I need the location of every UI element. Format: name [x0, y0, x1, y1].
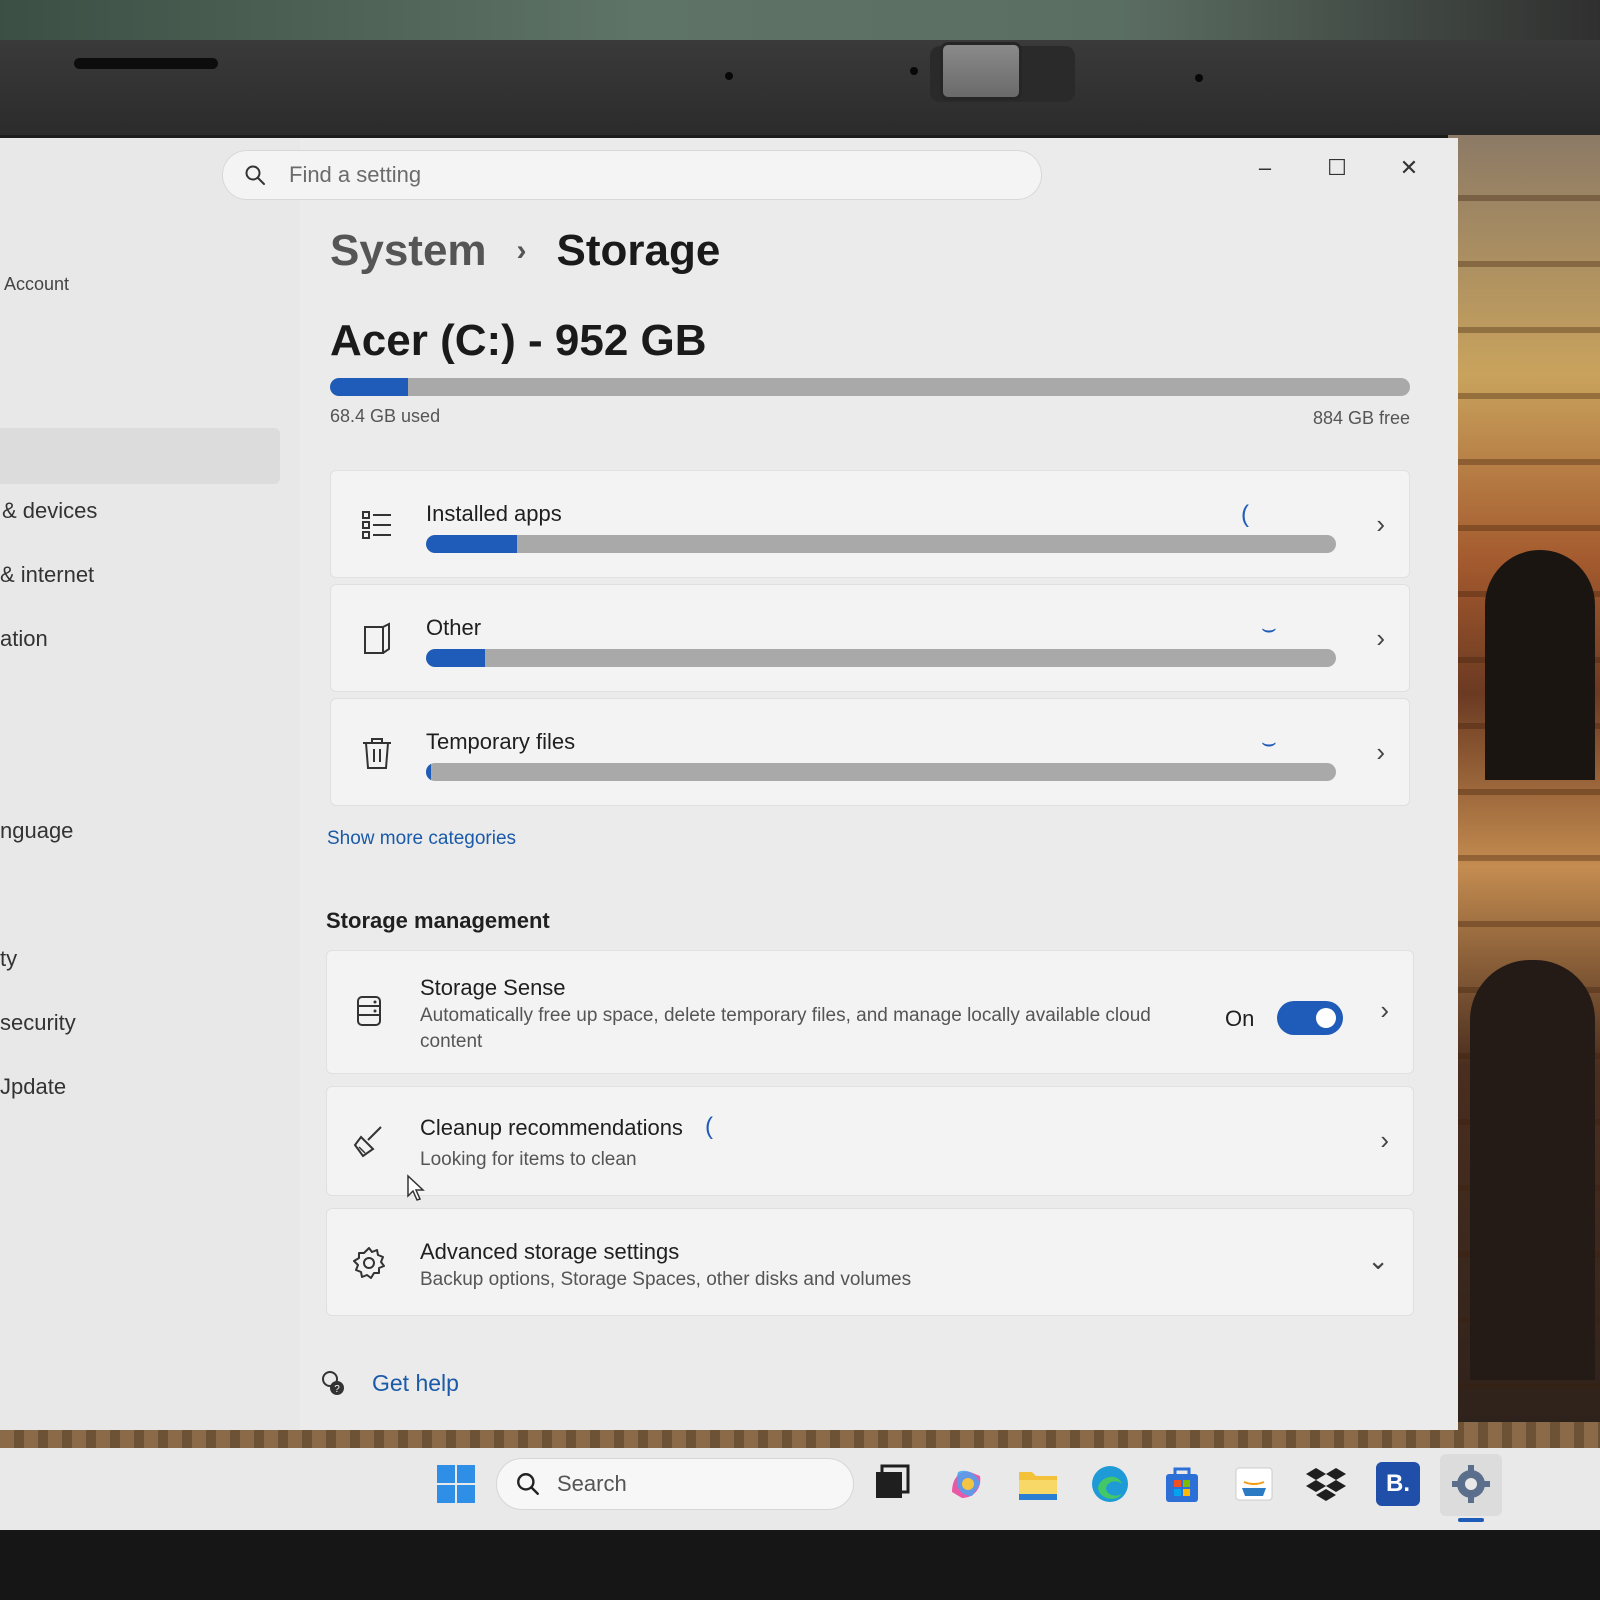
chevron-right-icon: › [1376, 623, 1385, 653]
toggle-knob [1316, 1008, 1336, 1028]
maximize-button[interactable]: ☐ [1312, 148, 1362, 188]
search-icon [517, 1473, 539, 1495]
edge-icon[interactable] [1088, 1462, 1132, 1506]
settings-icon[interactable] [1449, 1462, 1493, 1506]
breadcrumb: System › Storage [330, 226, 720, 276]
active-app-indicator [1458, 1518, 1484, 1522]
file-explorer-icon[interactable] [1016, 1462, 1060, 1506]
cleanup-recommendations-card[interactable]: Cleanup recommendations ( Looking for it… [326, 1086, 1414, 1196]
chevron-down-icon: ⌄ [1367, 1245, 1389, 1275]
storage-sense-title: Storage Sense [420, 975, 566, 1000]
sidebar-item-personalization[interactable]: ation [0, 626, 48, 652]
loading-spinner-icon: ( [1241, 501, 1249, 528]
sidebar: Account & devices & internet ation nguag… [0, 138, 300, 1430]
search-input[interactable] [289, 162, 989, 188]
category-temporary-files[interactable]: Temporary files ⌣ › [330, 698, 1410, 806]
chevron-right-icon: › [1376, 737, 1385, 767]
svg-text:?: ? [334, 1384, 340, 1395]
mouse-cursor-icon [407, 1174, 425, 1201]
cleanup-description: Looking for items to clean [420, 1149, 637, 1170]
category-label: Installed apps [426, 501, 562, 526]
cleanup-title: Cleanup recommendations [420, 1115, 683, 1140]
minimize-button[interactable]: – [1240, 148, 1290, 188]
search-icon [245, 165, 265, 185]
category-installed-apps[interactable]: Installed apps ( › [330, 470, 1410, 578]
category-other[interactable]: Other ⌣ › [330, 584, 1410, 692]
amazon-icon[interactable] [1232, 1462, 1276, 1506]
chevron-right-icon: › [1380, 995, 1389, 1025]
category-usage-fill [426, 649, 486, 667]
sidebar-item-selected[interactable] [0, 428, 280, 484]
settings-search-box[interactable] [222, 150, 1042, 200]
taskbar-search-label: Search [557, 1471, 627, 1496]
laptop-bezel-top [0, 40, 1600, 135]
advanced-storage-title: Advanced storage settings [420, 1239, 680, 1264]
category-label: Other [426, 615, 482, 640]
drive-free-label: 884 GB free [1312, 408, 1410, 428]
category-usage-fill [426, 763, 432, 781]
bezel-sensor [725, 72, 733, 80]
chevron-right-icon: › [1376, 509, 1385, 539]
settings-window: Account & devices & internet ation nguag… [0, 138, 1458, 1430]
loading-spinner-icon: ⌣ [1261, 615, 1277, 642]
store-icon[interactable] [1160, 1462, 1204, 1506]
start-icon[interactable] [434, 1462, 478, 1506]
storage-sense-icon [357, 996, 381, 1026]
copilot-icon[interactable] [944, 1462, 988, 1506]
loading-spinner-icon: ( [705, 1113, 713, 1140]
storage-sense-toggle[interactable] [1277, 1001, 1343, 1035]
bezel-sensor [910, 67, 918, 75]
category-usage-fill [426, 535, 517, 553]
wallpaper-arch [1470, 960, 1595, 1380]
advanced-storage-description: Backup options, Storage Spaces, other di… [420, 1269, 912, 1290]
task-view-icon[interactable] [870, 1462, 914, 1506]
loading-spinner-icon: ⌣ [1261, 729, 1277, 756]
storage-sense-card[interactable]: Storage Sense Automatically free up spac… [326, 950, 1414, 1074]
storage-management-heading: Storage management [326, 908, 550, 933]
breadcrumb-system[interactable]: System [330, 226, 487, 276]
storage-sense-description: Automatically free up space, delete temp… [420, 1005, 1151, 1052]
drive-used-label: 68.4 GB used [330, 406, 441, 426]
category-label: Temporary files [426, 729, 576, 754]
laptop-bezel-bottom [0, 1530, 1600, 1600]
dropbox-icon[interactable] [1304, 1462, 1348, 1506]
gear-icon [353, 1247, 385, 1279]
category-usage-bar [426, 763, 1336, 781]
chevron-right-icon: › [1380, 1125, 1389, 1155]
get-help-icon: ? [322, 1371, 344, 1395]
category-usage-bar [426, 649, 1336, 667]
drive-title: Acer (C:) - 952 GB [330, 316, 707, 365]
taskbar-search[interactable]: Search [496, 1458, 854, 1510]
advanced-storage-settings-card[interactable]: Advanced storage settings Backup options… [326, 1208, 1414, 1316]
sidebar-item-windows-update[interactable]: Jpdate [0, 1074, 66, 1100]
sidebar-item-account[interactable]: Account [4, 274, 69, 295]
page-title: Storage [556, 226, 721, 275]
sidebar-item-devices[interactable]: & devices [2, 498, 97, 524]
sidebar-item-network[interactable]: & internet [0, 562, 94, 588]
sidebar-item-privacy-security[interactable]: security [0, 1010, 76, 1036]
webcam-shutter [940, 42, 1022, 100]
broom-icon [353, 1126, 382, 1158]
close-button[interactable]: ✕ [1384, 148, 1434, 188]
sidebar-item-time-language[interactable]: nguage [0, 818, 73, 844]
bezel-sensor [1195, 74, 1203, 82]
trash-icon [363, 738, 391, 769]
get-help-link[interactable]: Get help [372, 1370, 459, 1397]
document-icon [364, 622, 390, 654]
taskbar: Search B. [0, 1448, 1600, 1530]
storage-sense-state: On [1225, 1006, 1255, 1031]
bezel-slot [74, 58, 218, 69]
wallpaper-arch [1485, 550, 1595, 780]
apps-list-icon [362, 511, 391, 539]
drive-usage-fill [330, 378, 408, 396]
category-usage-bar [426, 535, 1336, 553]
b-app-icon[interactable]: B. [1376, 1462, 1420, 1506]
drive-usage-bar [330, 378, 1410, 396]
show-more-categories-link[interactable]: Show more categories [327, 828, 516, 850]
sidebar-item-accessibility[interactable]: ty [0, 946, 17, 972]
breadcrumb-separator: › [516, 234, 527, 267]
